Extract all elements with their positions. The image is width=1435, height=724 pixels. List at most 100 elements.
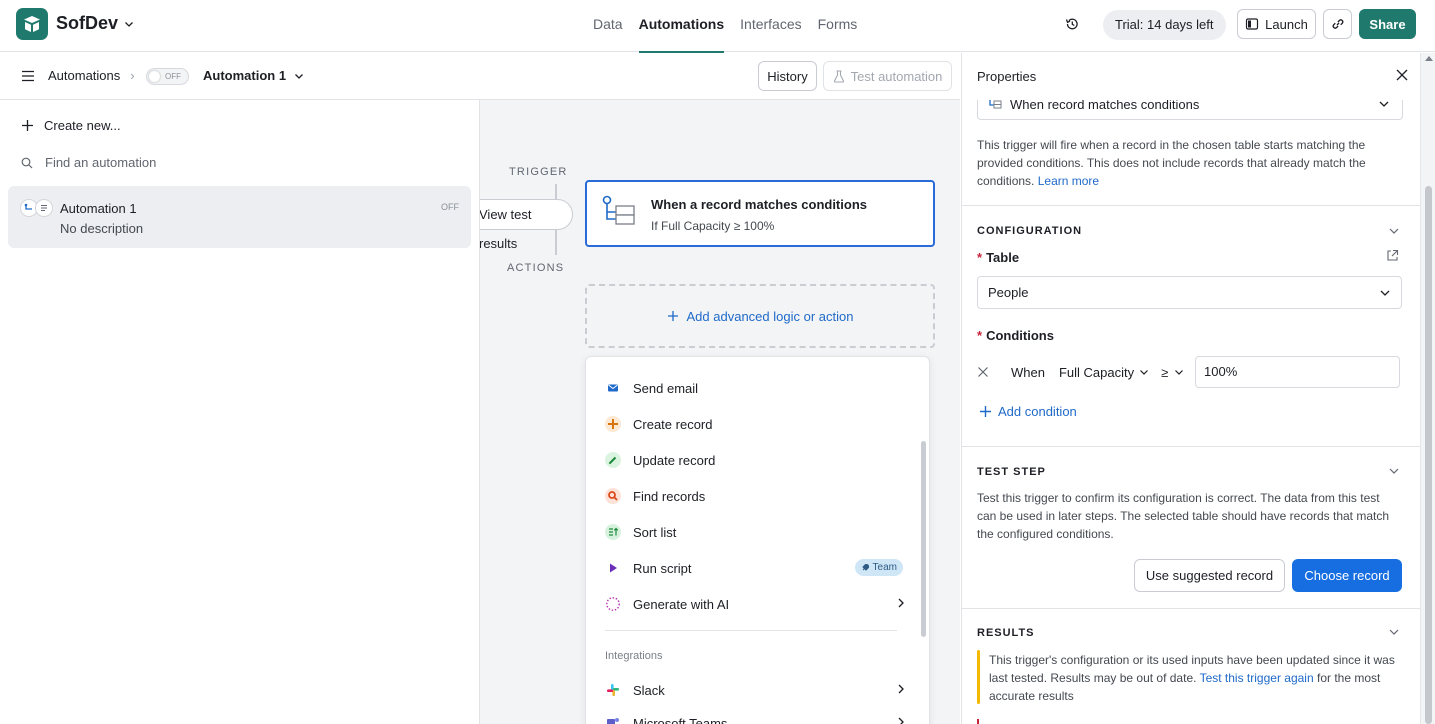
search-input[interactable]: Find an automation <box>21 155 156 170</box>
menu-scrollbar[interactable] <box>921 441 926 637</box>
menu-item-label: Run script <box>633 560 692 576</box>
workflow-canvas: TRIGGER View test results ACTIONS When a… <box>480 100 960 724</box>
menu-item-label: Microsoft Teams <box>633 715 728 724</box>
plus-icon <box>667 311 678 321</box>
remove-condition-icon[interactable] <box>977 366 999 378</box>
menu-item-update-record[interactable]: Update record <box>605 448 905 472</box>
menu-item-find-records[interactable]: Find records <box>605 484 905 508</box>
action-menu: Send email Create record Update record F… <box>585 356 930 724</box>
share-button[interactable]: Share <box>1359 9 1416 39</box>
flask-icon <box>833 69 844 83</box>
slack-icon <box>605 682 621 698</box>
menu-item-slack[interactable]: Slack <box>605 678 905 702</box>
menu-item-label: Update record <box>633 452 716 468</box>
menu-item-label: Sort list <box>633 524 677 540</box>
search-icon <box>21 157 33 168</box>
connector-line <box>555 230 557 255</box>
app-logo-icon[interactable] <box>16 8 48 40</box>
condition-field-value: Full Capacity <box>1058 364 1135 380</box>
tab-data[interactable]: Data <box>593 0 623 52</box>
menu-item-label: Create record <box>633 416 713 432</box>
use-suggested-record-button[interactable]: Use suggested record <box>1134 559 1285 592</box>
chevron-down-icon <box>1175 370 1184 375</box>
menu-item-microsoft-teams[interactable]: Microsoft Teams <box>605 711 905 724</box>
scroll-up-arrow-icon[interactable] <box>1425 56 1433 61</box>
menu-item-label: Find records <box>633 488 706 504</box>
list-item[interactable]: Automation 1 No description OFF <box>8 186 471 248</box>
add-action-button[interactable]: Add advanced logic or action <box>585 284 935 348</box>
team-plan-badge: Team <box>854 559 903 576</box>
plus-icon <box>605 416 621 432</box>
plus-icon <box>22 120 33 131</box>
menu-item-run-script[interactable]: Run script Team <box>605 556 905 580</box>
tab-forms[interactable]: Forms <box>818 0 858 52</box>
history-icon[interactable] <box>1064 16 1080 32</box>
sparkle-icon <box>605 596 621 612</box>
workspace-switcher[interactable]: SofDev <box>56 13 134 34</box>
automation-icons <box>20 199 53 217</box>
condition-operator-select[interactable]: ≥ <box>1161 365 1184 380</box>
view-test-results-button[interactable]: View test results <box>480 199 573 251</box>
menu-item-sort-list[interactable]: Sort list <box>605 520 905 544</box>
learn-more-link[interactable]: Learn more <box>1038 174 1099 188</box>
automation-toggle[interactable]: OFF <box>146 68 189 85</box>
close-icon[interactable] <box>1396 69 1408 81</box>
main-nav: Data Automations Interfaces Forms <box>593 0 858 53</box>
connector-line <box>555 184 557 199</box>
test-again-link[interactable]: Test this trigger again <box>1200 671 1314 685</box>
trigger-card[interactable]: When a record matches conditions If Full… <box>585 180 935 247</box>
menu-divider <box>605 630 897 631</box>
menu-item-generate-ai[interactable]: Generate with AI <box>605 592 905 616</box>
automation-list-panel: Create new... Find an automation Automat… <box>0 100 480 724</box>
create-new-button[interactable]: Create new... <box>21 118 121 133</box>
table-select[interactable]: People <box>977 276 1402 309</box>
properties-scrollbar[interactable] <box>1420 53 1435 724</box>
test-automation-button[interactable]: Test automation <box>823 61 952 91</box>
menu-icon[interactable] <box>21 70 35 82</box>
condition-field-select[interactable]: Full Capacity <box>1059 365 1149 380</box>
open-external-icon[interactable] <box>1386 249 1399 262</box>
chevron-down-icon[interactable] <box>1388 465 1400 477</box>
top-bar: SofDev Data Automations Interfaces Forms… <box>0 0 1435 53</box>
menu-item-label: Generate with AI <box>633 596 730 612</box>
breadcrumb: Automations › <box>48 68 145 83</box>
workspace-name: SofDev <box>56 13 119 33</box>
chevron-down-icon <box>1379 287 1391 299</box>
team-badge-label: Team <box>872 562 897 573</box>
rocket-icon <box>861 563 869 571</box>
menu-item-label: Slack <box>633 682 665 698</box>
automation-name-dropdown[interactable]: Automation 1 <box>203 68 304 83</box>
table-label-text: Table <box>986 250 1020 265</box>
condition-when-label: When <box>1011 364 1045 380</box>
test-step-header: TEST STEP <box>977 466 1046 478</box>
scrollbar-thumb[interactable] <box>1425 186 1432 724</box>
tab-interfaces[interactable]: Interfaces <box>740 0 801 52</box>
results-warning: This trigger's configuration or its used… <box>989 651 1404 705</box>
trial-badge[interactable]: Trial: 14 days left <box>1103 10 1226 40</box>
history-button[interactable]: History <box>758 61 817 91</box>
tab-automations[interactable]: Automations <box>638 0 724 53</box>
link-icon <box>1332 19 1343 29</box>
menu-item-send-email[interactable]: Send email <box>605 376 905 400</box>
chevron-right-icon <box>897 597 905 609</box>
breadcrumb-automations[interactable]: Automations <box>48 68 120 83</box>
launch-button[interactable]: Launch <box>1237 9 1316 39</box>
add-condition-button[interactable]: Add condition <box>979 404 1077 419</box>
condition-value-input[interactable]: 100% <box>1195 356 1400 388</box>
status-badge: OFF <box>441 202 459 212</box>
copy-link-button[interactable] <box>1323 9 1352 39</box>
pencil-icon <box>605 452 621 468</box>
condition-row: When Full Capacity ≥ 100% <box>977 356 1402 388</box>
properties-title: Properties <box>977 69 1037 84</box>
conditions-trigger-icon <box>989 98 1002 108</box>
menu-item-create-record[interactable]: Create record <box>605 412 905 436</box>
chevron-down-icon[interactable] <box>1388 225 1400 237</box>
warning-accent-bar <box>977 650 980 704</box>
chevron-down-icon[interactable] <box>1388 626 1400 638</box>
launch-label: Launch <box>1265 16 1308 32</box>
results-header: RESULTS <box>977 627 1035 639</box>
trigger-card-subtitle: If Full Capacity ≥ 100% <box>651 219 775 233</box>
magnifier-icon <box>605 488 621 504</box>
choose-record-button[interactable]: Choose record <box>1292 559 1402 592</box>
toggle-knob <box>149 71 160 82</box>
